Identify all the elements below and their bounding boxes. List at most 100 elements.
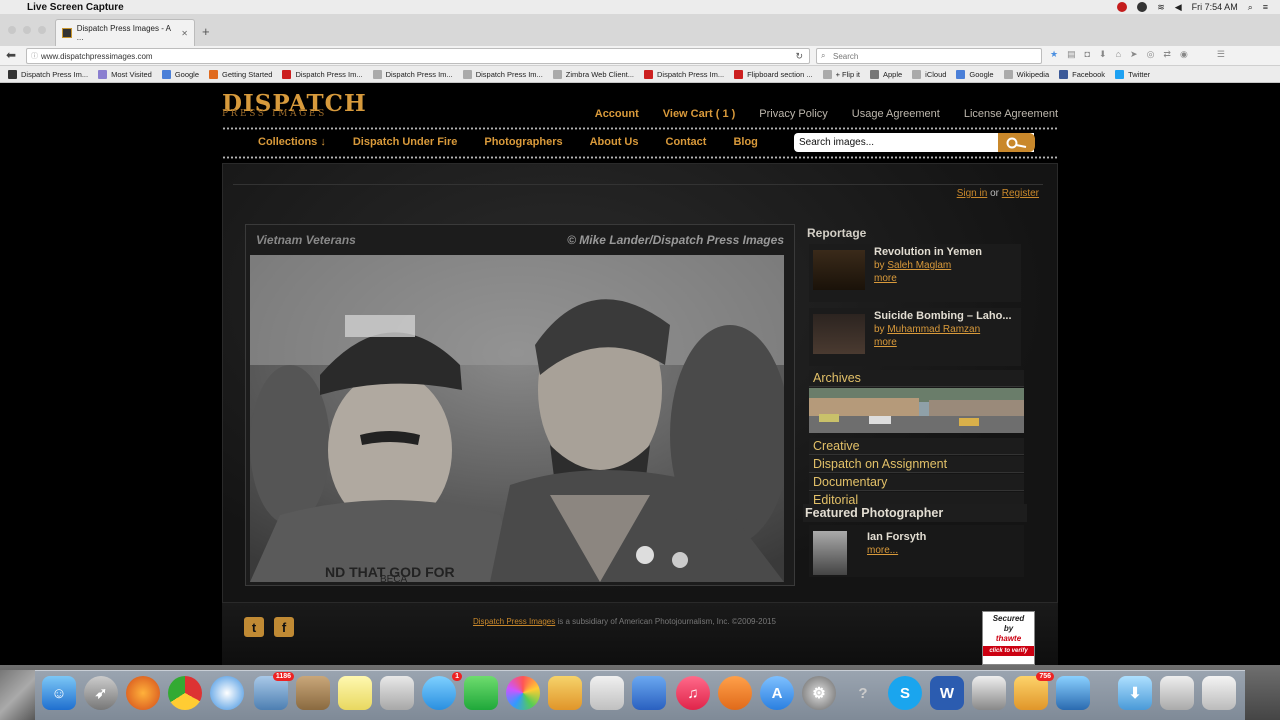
nav-about-us[interactable]: About Us: [590, 136, 639, 148]
hamburger-menu-icon[interactable]: ☰: [1217, 49, 1225, 60]
story-1[interactable]: Revolution in Yemen by Saleh Maglam more: [809, 244, 1021, 302]
nav-photographers[interactable]: Photographers: [484, 136, 562, 148]
toplink-usage-agreement[interactable]: Usage Agreement: [852, 108, 940, 120]
home-icon[interactable]: ⌂: [1116, 49, 1121, 60]
nav-collections[interactable]: Collections ↓: [258, 136, 326, 148]
bookmark-item[interactable]: Dispatch Press Im...: [372, 69, 453, 79]
chrome-icon[interactable]: [168, 676, 202, 710]
photographer-name[interactable]: Ian Forsyth: [867, 531, 926, 543]
bookmark-item[interactable]: Facebook: [1059, 69, 1105, 79]
menu-list-icon[interactable]: ≡: [1263, 2, 1268, 12]
nav-dispatch-under-fire[interactable]: Dispatch Under Fire: [353, 136, 458, 148]
keynote-icon[interactable]: [632, 676, 666, 710]
stamps-icon[interactable]: 756: [1014, 672, 1054, 710]
story-more-link[interactable]: more: [874, 337, 897, 348]
volume-icon[interactable]: ◀: [1175, 2, 1182, 13]
bookmark-item[interactable]: Getting Started: [209, 69, 272, 79]
site-search-button[interactable]: [998, 133, 1035, 152]
bookmark-item[interactable]: Apple: [869, 69, 902, 79]
clock[interactable]: Fri 7:54 AM: [1192, 2, 1238, 12]
downloads-folder-icon[interactable]: ⬇: [1118, 676, 1152, 710]
display-icon[interactable]: [1056, 676, 1090, 710]
app-name[interactable]: Live Screen Capture: [27, 2, 124, 13]
photos-icon[interactable]: [506, 676, 540, 710]
documents-stack-icon[interactable]: [1160, 676, 1194, 710]
browser-search-box[interactable]: ⌕ Search: [816, 48, 1042, 64]
zoom-window-button[interactable]: [38, 26, 46, 34]
thawte-seal[interactable]: Secured by thawte click to verify: [982, 611, 1035, 665]
nav-contact[interactable]: Contact: [666, 136, 707, 148]
twitter-icon[interactable]: t: [244, 617, 264, 637]
bookmark-item[interactable]: Twitter: [1115, 69, 1150, 79]
spotlight-icon[interactable]: ⌕: [1248, 2, 1253, 13]
bookmark-item[interactable]: Dispatch Press Im...: [644, 69, 724, 79]
photographer-more-link[interactable]: more...: [867, 545, 898, 556]
firefox-icon[interactable]: [126, 676, 160, 710]
facebook-icon[interactable]: f: [274, 617, 294, 637]
record-icon[interactable]: [1117, 2, 1128, 12]
download-icon[interactable]: ⬇: [1099, 49, 1107, 60]
ibooks-icon[interactable]: [718, 676, 752, 710]
finder-icon[interactable]: ☺: [42, 676, 76, 710]
skype-icon[interactable]: S: [888, 676, 922, 710]
story-thumbnail[interactable]: [813, 250, 865, 290]
status-icon[interactable]: [1137, 2, 1148, 12]
close-tab-icon[interactable]: ✕: [181, 29, 188, 38]
chat-icon[interactable]: ◉: [1180, 49, 1188, 60]
notes-icon[interactable]: [338, 676, 372, 710]
pocket-icon[interactable]: ◘: [1085, 49, 1090, 60]
numbers-icon[interactable]: [590, 676, 624, 710]
back-arrow-icon[interactable]: ⬅: [6, 48, 16, 62]
toplink-license-agreement[interactable]: License Agreement: [964, 108, 1058, 120]
story-more-link[interactable]: more: [874, 273, 897, 284]
nav-blog[interactable]: Blog: [733, 136, 757, 148]
footer-brand-link[interactable]: Dispatch Press Images: [473, 617, 555, 626]
screen-capture-icon[interactable]: [972, 676, 1006, 710]
story-thumbnail[interactable]: [813, 314, 865, 354]
browser-tab[interactable]: Dispatch Press Images - A ... ✕: [55, 19, 195, 46]
bookmark-item[interactable]: Dispatch Press Im...: [462, 69, 543, 79]
bookmark-item[interactable]: Zimbra Web Client...: [552, 69, 634, 79]
launchpad-icon[interactable]: ➶: [84, 676, 118, 710]
bookmark-item[interactable]: Dispatch Press Im...: [282, 69, 363, 79]
url-bar[interactable]: ⓘ www.dispatchpressimages.com ↻: [26, 48, 810, 64]
category-creative[interactable]: Creative: [809, 438, 1024, 455]
featured-photo[interactable]: ND THAT GOD FOR BECA: [250, 255, 784, 582]
story-title[interactable]: Revolution in Yemen: [874, 246, 1024, 258]
new-tab-button[interactable]: +: [202, 24, 210, 39]
extension-icon[interactable]: ⇄: [1163, 49, 1171, 60]
category-documentary[interactable]: Documentary: [809, 474, 1024, 491]
toplink-account[interactable]: Account: [595, 108, 639, 120]
story-title[interactable]: Suicide Bombing – Laho...: [874, 310, 1024, 322]
wifi-icon[interactable]: ≋: [1157, 2, 1165, 13]
bookmark-item[interactable]: + Flip it: [822, 69, 860, 79]
trash-icon[interactable]: [1202, 676, 1236, 710]
contacts-icon[interactable]: [296, 676, 330, 710]
bookmark-item[interactable]: Google: [956, 69, 994, 79]
app-store-icon[interactable]: A: [760, 676, 794, 710]
sync-icon[interactable]: ◎: [1147, 49, 1155, 60]
story-2[interactable]: Suicide Bombing – Laho... by Muhammad Ra…: [809, 308, 1021, 366]
register-link[interactable]: Register: [1002, 188, 1039, 199]
bookmark-item[interactable]: Google: [161, 69, 199, 79]
toplink-privacy-policy[interactable]: Privacy Policy: [759, 108, 827, 120]
bookmark-item[interactable]: iCloud: [912, 69, 946, 79]
iphoto-icon[interactable]: 1186: [254, 672, 294, 710]
bookmarks-list-icon[interactable]: ▤: [1067, 49, 1076, 60]
system-preferences-icon[interactable]: ⚙: [802, 676, 836, 710]
bookmark-item[interactable]: Wikipedia: [1003, 69, 1049, 79]
messages-icon[interactable]: 1: [422, 672, 462, 710]
bookmark-item[interactable]: Most Visited: [98, 69, 152, 79]
word-icon[interactable]: W: [930, 676, 964, 710]
pages-icon[interactable]: [548, 676, 582, 710]
toplink-view-cart[interactable]: View Cart ( 1 ): [663, 108, 736, 120]
itunes-icon[interactable]: ♫: [676, 676, 710, 710]
sign-in-link[interactable]: Sign in: [957, 188, 988, 199]
story-author-link[interactable]: Muhammad Ramzan: [887, 324, 980, 335]
reload-icon[interactable]: ↻: [795, 51, 803, 62]
safari-icon[interactable]: [210, 676, 244, 710]
category-dispatch-on-assignment[interactable]: Dispatch on Assignment: [809, 456, 1024, 473]
story-author-link[interactable]: Saleh Maglam: [887, 260, 951, 271]
bookmark-item[interactable]: Flipboard section ...: [734, 69, 813, 79]
archives-thumbnail[interactable]: [809, 388, 1024, 433]
